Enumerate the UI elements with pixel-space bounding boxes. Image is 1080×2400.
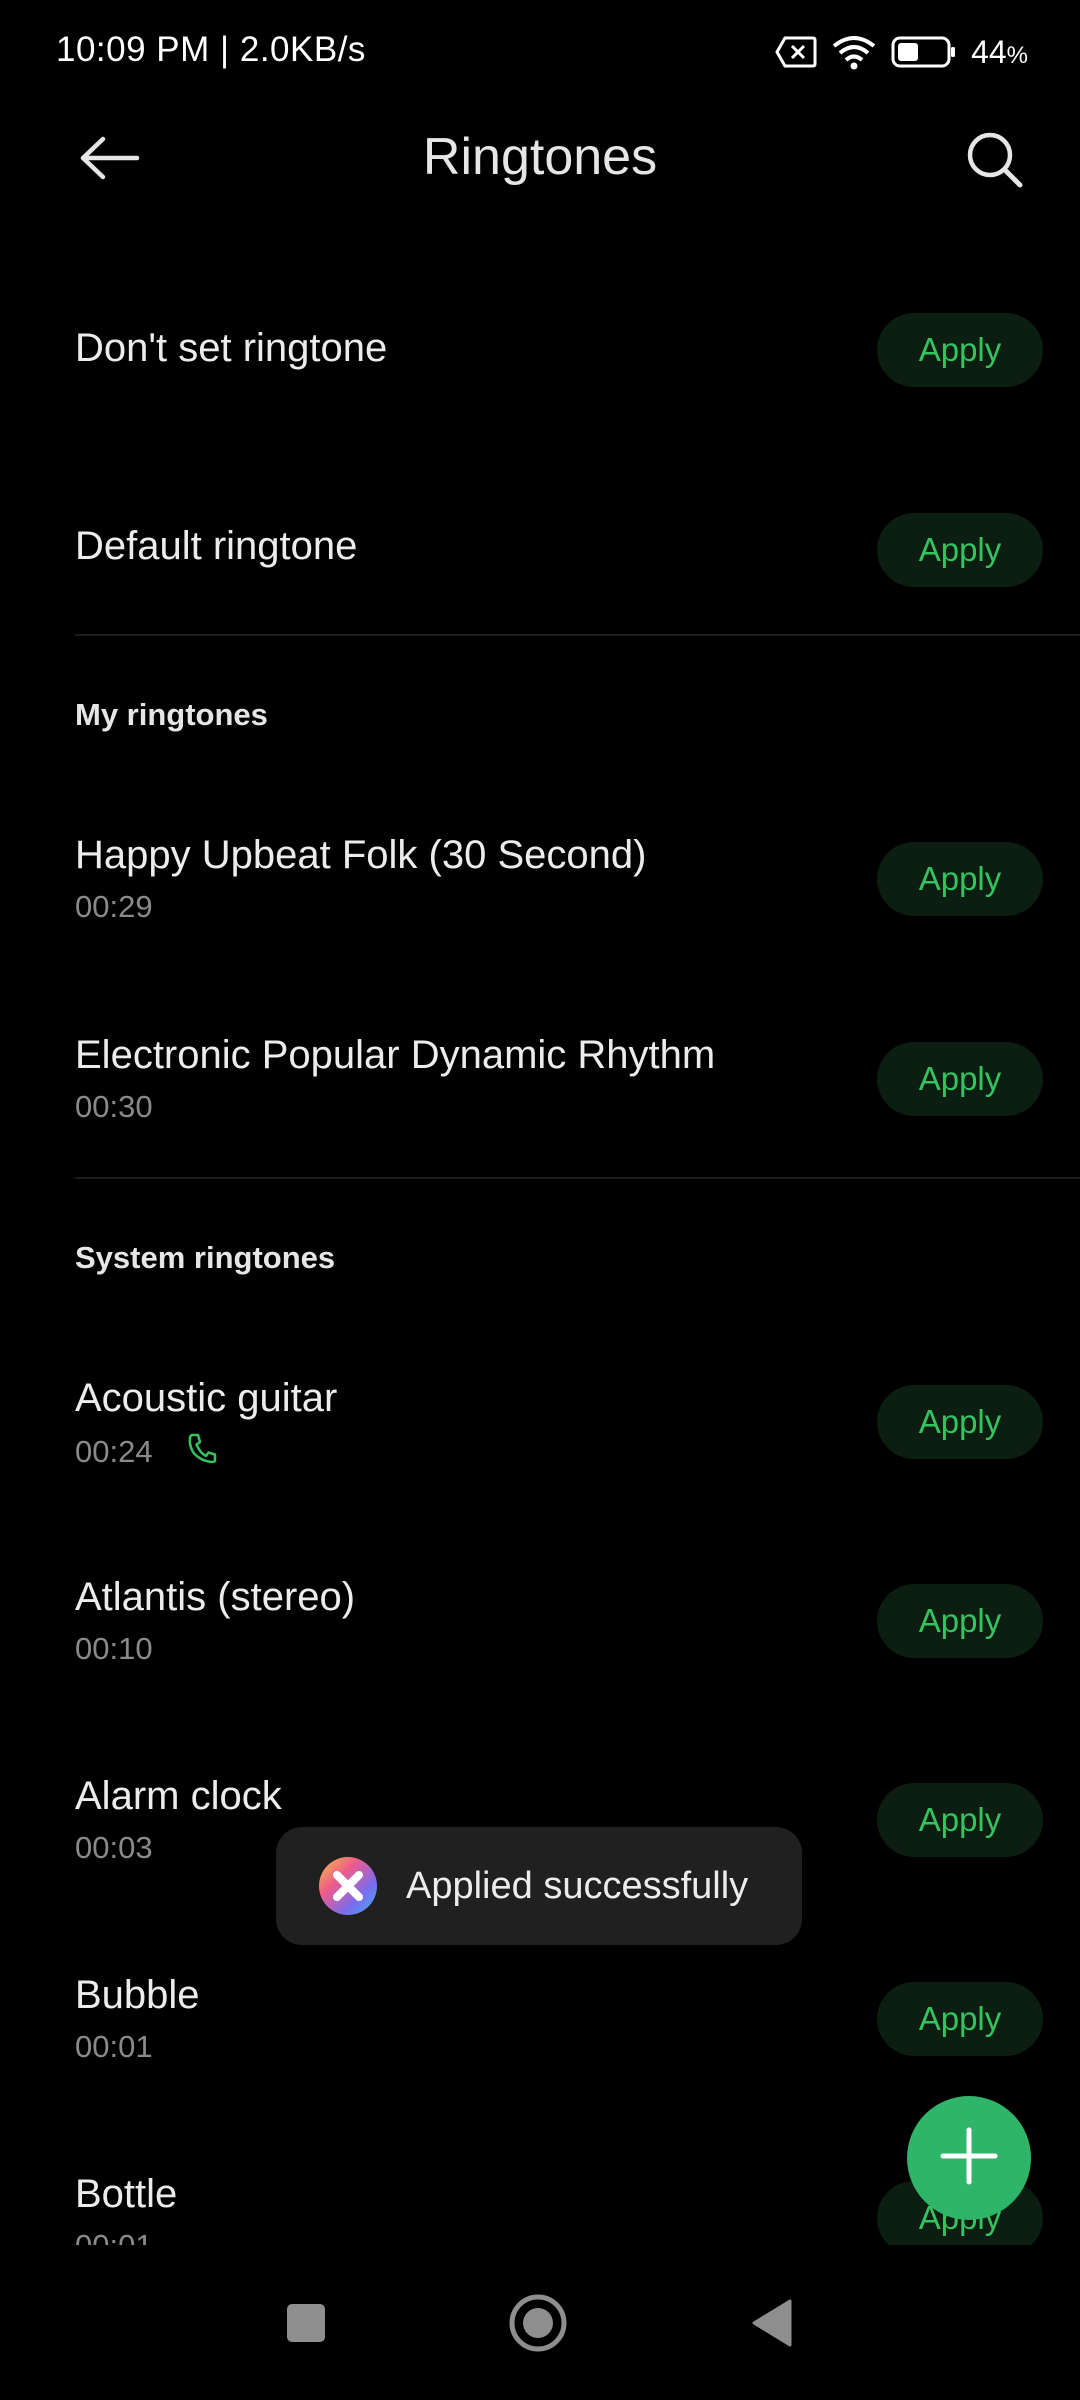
list-item-ringtone[interactable]: Atlantis (stereo) 00:10 Apply [0,1557,1080,1717]
list-item-duration: 00:10 [75,1631,153,1666]
list-item-title: Bubble [75,1973,200,2017]
section-header-my-ringtones: My ringtones [75,697,268,732]
battery-percent: 44% [971,33,1028,70]
apply-button[interactable]: Apply [877,1385,1043,1459]
toast-text: Applied successfully [406,1864,749,1907]
list-item-duration: 00:30 [75,1089,153,1124]
list-item-title: Alarm clock [75,1774,282,1818]
nav-back-button[interactable] [732,2285,812,2365]
themes-app-icon [318,1856,378,1916]
status-bar: 10:09 PM | 2.0KB/s 44% [0,0,1080,105]
list-item-title: Electronic Popular Dynamic Rhythm [75,1033,716,1077]
status-icons: 44% [775,30,1028,74]
sim-error-icon [775,36,817,68]
toast-message: Applied successfully [276,1827,802,1945]
list-item-default-ringtone[interactable]: Default ringtone Apply [0,488,1080,618]
apply-button[interactable]: Apply [877,842,1043,916]
apply-button[interactable]: Apply [877,313,1043,387]
square-icon [285,2302,327,2349]
add-ringtone-button[interactable] [907,2096,1031,2220]
search-icon [965,130,1025,195]
system-nav-bar [0,2245,1080,2400]
wifi-icon [831,34,877,70]
list-item-title: Don't set ringtone [75,326,388,370]
list-item-ringtone[interactable]: Electronic Popular Dynamic Rhythm 00:30 … [0,1015,1080,1175]
list-item-duration: 00:29 [75,889,153,924]
list-item-title: Happy Upbeat Folk (30 Second) [75,833,647,877]
list-item-title: Bottle [75,2172,178,2216]
status-time: 10:09 PM | 2.0KB/s [56,30,366,69]
search-button[interactable] [960,127,1030,197]
triangle-back-icon [750,2298,794,2353]
battery-icon [891,36,957,68]
list-item-ringtone[interactable]: Bubble 00:01 Apply [0,1955,1080,2115]
divider [75,634,1080,636]
plus-icon [939,2126,999,2191]
apply-button[interactable]: Apply [877,1584,1043,1658]
list-item-duration: 00:01 [75,2029,153,2064]
list-item-duration: 00:24 [75,1432,217,1472]
list-item-duration: 00:03 [75,1830,153,1865]
recents-button[interactable] [266,2285,346,2365]
section-header-system-ringtones: System ringtones [75,1240,336,1275]
list-item-title: Default ringtone [75,524,358,568]
divider [75,1177,1080,1179]
list-item-title: Acoustic guitar [75,1376,338,1420]
circle-icon [508,2293,568,2358]
home-button[interactable] [498,2285,578,2365]
apply-button[interactable]: Apply [877,513,1043,587]
app-header: Ringtones [0,105,1080,215]
list-item-dont-set-ringtone[interactable]: Don't set ringtone Apply [0,290,1080,420]
list-item-title: Atlantis (stereo) [75,1575,356,1619]
list-item-ringtone[interactable]: Acoustic guitar 00:24 Apply [0,1358,1080,1518]
apply-button[interactable]: Apply [877,1042,1043,1116]
list-item-ringtone[interactable]: Happy Upbeat Folk (30 Second) 00:29 Appl… [0,815,1080,975]
apply-button[interactable]: Apply [877,1783,1043,1857]
apply-button[interactable]: Apply [877,1982,1043,2056]
phone-icon [187,1432,217,1472]
page-title: Ringtones [422,128,658,186]
list-item-duration: 00:01 [75,2228,153,2245]
